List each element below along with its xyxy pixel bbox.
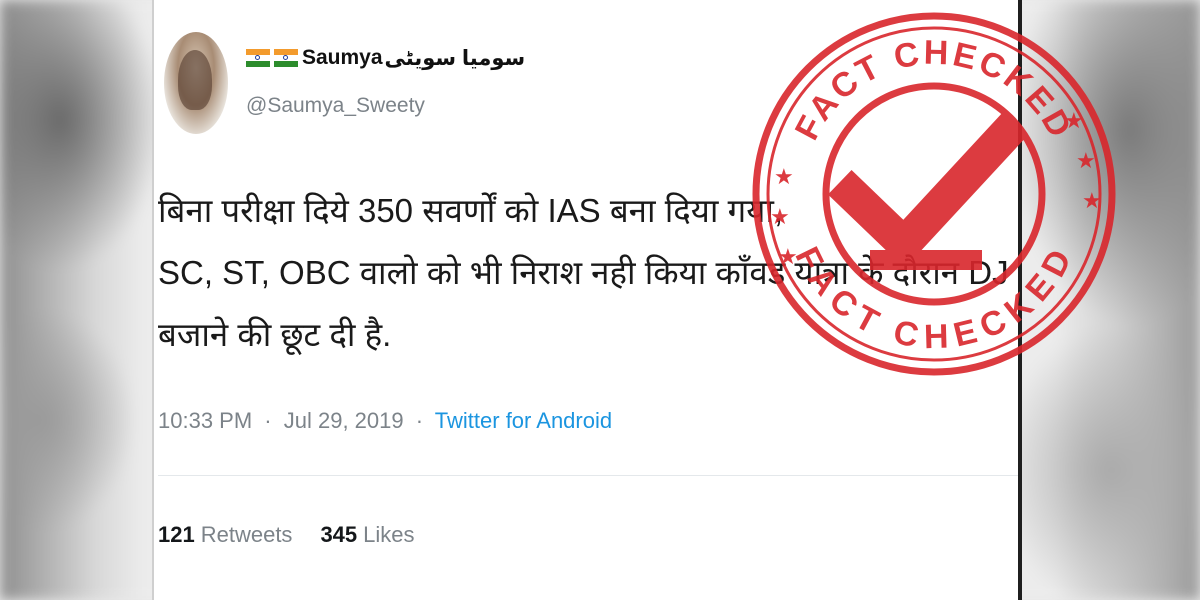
avatar[interactable] xyxy=(164,32,228,134)
retweets-label: Retweets xyxy=(200,522,293,547)
display-name-row[interactable]: Saumya سومیا سویٹی xyxy=(246,40,525,76)
avatar-photo xyxy=(178,50,212,110)
meta-separator: · xyxy=(415,408,424,433)
tweet-meta: 10:33 PM · Jul 29, 2019 · Twitter for An… xyxy=(158,408,612,434)
star-icon: ★ xyxy=(778,244,798,269)
user-handle[interactable]: @Saumya_Sweety xyxy=(246,94,425,118)
fact-checked-stamp: FACT CHECKED FACT CHECKED ★ ★ ★ ★ ★ ★ xyxy=(752,12,1116,376)
likes-count: 345 xyxy=(320,522,358,547)
india-flag-icon xyxy=(246,49,270,67)
tweet-source-link[interactable]: Twitter for Android xyxy=(435,408,612,433)
star-icon: ★ xyxy=(770,204,790,229)
star-icon: ★ xyxy=(1064,108,1084,133)
likes-label: Likes xyxy=(363,522,415,547)
star-icon: ★ xyxy=(774,164,794,189)
divider xyxy=(158,475,1018,476)
tweet-date[interactable]: Jul 29, 2019 xyxy=(284,408,404,433)
display-name-urdu: سومیا سویٹی xyxy=(384,46,526,70)
star-icon: ★ xyxy=(1082,188,1102,213)
display-name: Saumya xyxy=(302,46,383,69)
retweets-count: 121 xyxy=(158,522,195,547)
tweet-time[interactable]: 10:33 PM xyxy=(158,408,252,433)
tweet-stats: 121 Retweets 345 Likes xyxy=(158,522,415,548)
retweets-stat[interactable]: 121 Retweets xyxy=(158,522,292,548)
check-mark-icon xyxy=(827,111,1029,269)
stamp-underline xyxy=(870,250,982,270)
likes-stat[interactable]: 345 Likes xyxy=(320,522,414,548)
meta-separator: · xyxy=(264,408,272,433)
india-flag-icon xyxy=(274,49,298,67)
star-icon: ★ xyxy=(1076,148,1096,173)
